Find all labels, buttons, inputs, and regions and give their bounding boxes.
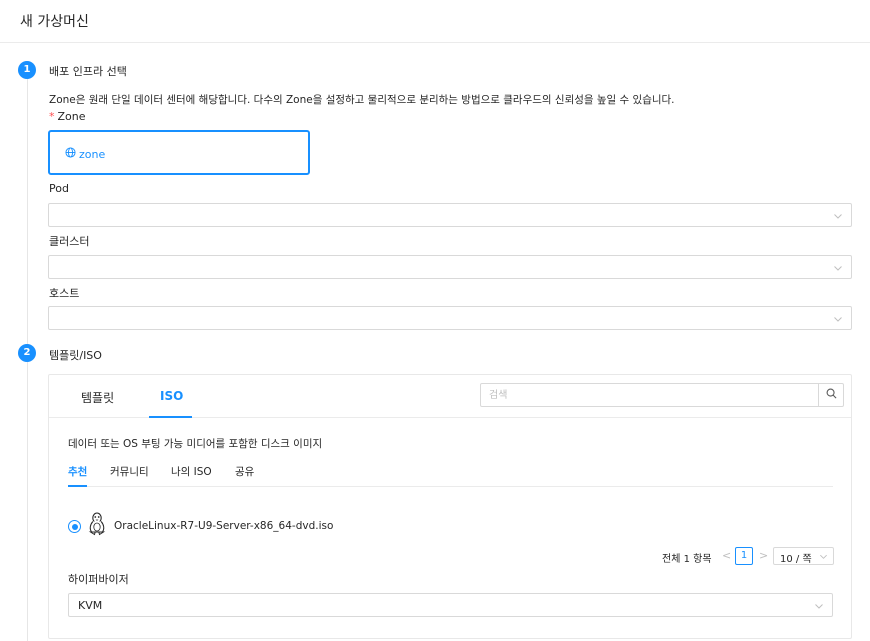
page-size-value: 10 / 쪽 [780,554,812,565]
subtab-divider [68,486,833,487]
required-mark: * [49,110,55,123]
pod-select[interactable] [48,203,852,227]
hypervisor-label: 하이퍼바이저 [68,573,129,586]
zone-card-value: zone [79,147,106,161]
host-label: 호스트 [49,287,80,300]
cluster-select[interactable] [48,255,852,279]
subtab-community[interactable]: 커뮤니티 [110,464,149,479]
chevron-down-icon [833,262,843,272]
search-box [480,383,844,407]
cluster-label: 클러스터 [49,235,90,248]
tab-active-indicator [149,416,192,418]
page-size-select[interactable]: 10 / 쪽 [773,547,834,565]
template-iso-panel: 템플릿 ISO 데이터 또는 OS 부팅 가능 미디어를 포함한 디스크 이미지… [48,374,852,639]
pagination-prev-button[interactable]: < [722,549,731,562]
step-1-indicator: 1 [18,61,36,79]
subtab-shared[interactable]: 공유 [235,464,254,479]
chevron-down-icon [833,313,843,323]
subtab-featured[interactable]: 추천 [68,464,87,479]
globe-icon [65,147,79,161]
pagination-total: 전체 1 항목 [662,554,712,565]
chevron-down-icon [833,210,843,220]
search-input[interactable] [481,384,819,406]
zone-card-selected[interactable]: zone [48,130,310,175]
search-button[interactable] [818,383,843,407]
host-select[interactable] [48,306,852,330]
chevron-down-icon [814,600,824,614]
subtab-my-iso[interactable]: 나의 ISO [171,464,212,479]
chevron-down-icon [819,552,828,564]
tab-iso[interactable]: ISO [160,389,183,403]
tab-template[interactable]: 템플릿 [81,389,114,406]
hypervisor-select[interactable]: KVM [68,593,833,617]
template-tabbar: 템플릿 ISO [49,375,851,418]
pagination-next-button[interactable]: > [759,549,768,562]
zone-label: * Zone [49,110,86,123]
search-icon [826,388,837,402]
iso-item-name: OracleLinux-R7-U9-Server-x86_64-dvd.iso [114,520,334,532]
hypervisor-select-value: KVM [78,599,103,612]
pagination-current-page[interactable]: 1 [735,547,753,565]
step-1-title: 배포 인프라 선택 [49,65,127,78]
zone-description: Zone은 원래 단일 데이터 센터에 해당합니다. 다수의 Zone을 설정하… [49,94,675,106]
step-2-title: 템플릿/ISO [49,349,102,362]
pod-label: Pod [49,182,69,195]
iso-description: 데이터 또는 OS 부팅 가능 미디어를 포함한 디스크 이미지 [68,438,323,450]
subtab-active-indicator [68,485,87,487]
zone-label-text: Zone [57,110,86,123]
page-title: 새 가상머신 [20,14,89,30]
linux-tux-icon [87,512,107,539]
modal-header: 새 가상머신 [0,0,870,43]
step-2-indicator: 2 [18,344,36,362]
iso-radio-selected[interactable] [68,520,81,533]
zone-card-content: zone [65,147,105,161]
